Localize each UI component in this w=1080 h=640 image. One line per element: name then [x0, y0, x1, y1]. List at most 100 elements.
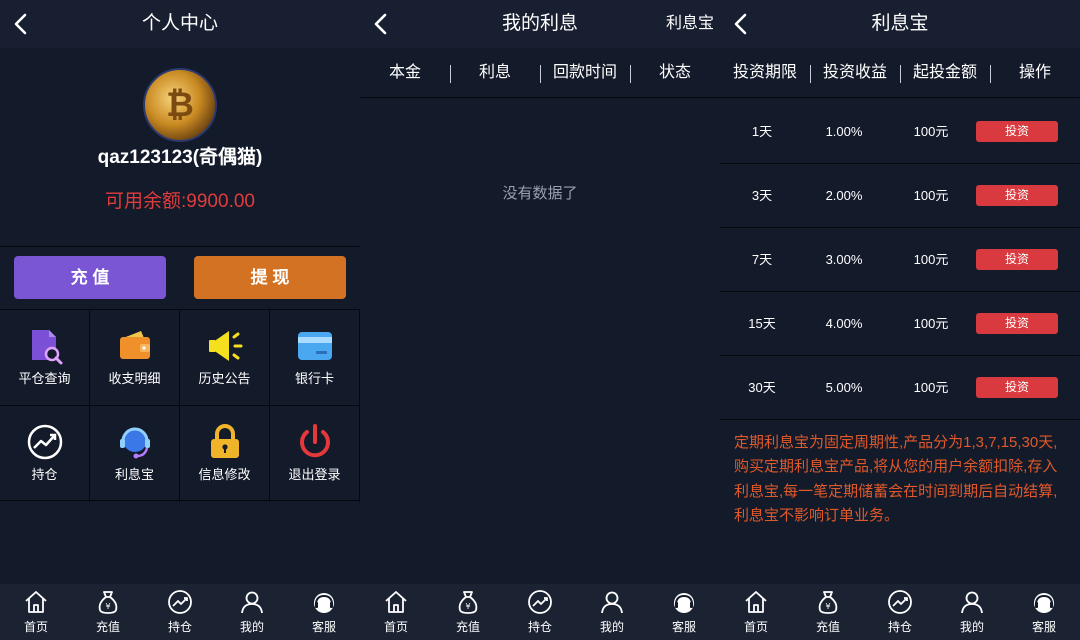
column-header: 操作	[1018, 64, 1051, 81]
column-header: 投资收益	[822, 64, 887, 81]
menu-item-bank-card[interactable]: 银行卡	[270, 310, 360, 406]
page-title: 个人中心	[141, 13, 218, 34]
document-search-icon	[32, 330, 63, 365]
money-bag-icon: ¥	[818, 591, 838, 614]
tab-home[interactable]: 首页	[0, 584, 72, 640]
menu-item-label: 信息修改	[198, 467, 251, 482]
menu-item-close-query[interactable]: 平仓查询	[0, 310, 90, 406]
menu-item-lixibao[interactable]: 利息宝	[90, 406, 180, 502]
tab-label: 我的	[599, 620, 624, 634]
term-cell: 15天	[748, 316, 776, 331]
tab-recharge[interactable]: ¥ 充值	[72, 584, 144, 640]
bank-card-icon	[298, 332, 332, 360]
tab-label: 充值	[815, 620, 840, 634]
tab-recharge[interactable]: ¥ 充值	[792, 584, 864, 640]
divider	[0, 246, 360, 247]
term-cell: 3天	[751, 188, 773, 203]
tab-label: 持仓	[887, 620, 912, 634]
invest-button[interactable]: 投资	[976, 377, 1058, 398]
menu-item-positions[interactable]: 持仓	[0, 406, 90, 502]
term-cell: 1天	[751, 124, 773, 139]
min-amount-cell: 100元	[913, 188, 949, 203]
balance-value: 9900.00	[186, 191, 255, 212]
table-row: 7天 3.00% 100元 投资	[720, 228, 1080, 292]
profile-screen: 个人中心 ₿ qaz123123(奇偶猫) 可用余额:9900.00 充 值 提…	[0, 0, 360, 640]
tab-label: 持仓	[527, 620, 552, 634]
home-icon	[745, 591, 767, 613]
tab-label: 持仓	[167, 620, 192, 634]
tab-mine[interactable]: 我的	[576, 584, 648, 640]
menu-item-label: 平仓查询	[18, 371, 71, 386]
menu-item-label: 收支明细	[108, 371, 161, 386]
tab-label: 充值	[95, 620, 120, 634]
trend-chart-icon	[888, 590, 912, 614]
user-icon	[601, 591, 623, 614]
interest-table-header: 本金 利息 回款时间 状态	[360, 48, 720, 98]
invest-button[interactable]: 投资	[976, 185, 1058, 206]
bottom-tab-bar: 首页 ¥ 充值 持仓 我的 客服	[0, 584, 360, 640]
invest-button[interactable]: 投资	[976, 121, 1058, 142]
lock-icon	[211, 424, 239, 458]
column-header: 起投金额	[912, 64, 977, 81]
tab-label: 我的	[959, 620, 984, 634]
term-cell: 7天	[751, 252, 773, 267]
lixibao-header: 利息宝	[720, 0, 1080, 48]
recharge-button[interactable]: 充 值	[14, 256, 166, 299]
term-cell: 30天	[748, 380, 776, 395]
bottom-tab-bar: 首页 ¥ 充值 持仓 我的 客服	[720, 584, 1080, 640]
tab-label: 客服	[671, 620, 696, 634]
menu-item-announcements[interactable]: 历史公告	[180, 310, 270, 406]
menu-item-edit-info[interactable]: 信息修改	[180, 406, 270, 502]
table-row: 1天 1.00% 100元 投资	[720, 100, 1080, 164]
wallet-icon	[120, 331, 150, 359]
tab-positions[interactable]: 持仓	[504, 584, 576, 640]
tab-positions[interactable]: 持仓	[144, 584, 216, 640]
empty-state: 没有数据了	[502, 185, 578, 202]
min-amount-cell: 100元	[913, 252, 949, 267]
bitcoin-icon: ₿	[166, 86, 194, 124]
trend-chart-icon	[528, 590, 552, 614]
lixibao-link[interactable]: 利息宝	[666, 12, 714, 36]
min-amount-cell: 100元	[913, 316, 949, 331]
column-header: 利息	[478, 64, 511, 81]
power-icon	[300, 424, 330, 458]
tab-mine[interactable]: 我的	[216, 584, 288, 640]
tab-customer-service[interactable]: 客服	[648, 584, 720, 640]
invest-button[interactable]: 投资	[976, 249, 1058, 270]
svg-text:¥: ¥	[825, 602, 830, 611]
user-icon	[241, 591, 263, 614]
trend-chart-icon	[27, 424, 63, 460]
customer-service-icon	[314, 593, 334, 613]
tab-positions[interactable]: 持仓	[864, 584, 936, 640]
tab-home[interactable]: 首页	[360, 584, 432, 640]
menu-item-logout[interactable]: 退出登录	[270, 406, 360, 502]
menu-item-transactions[interactable]: 收支明细	[90, 310, 180, 406]
menu-item-label: 退出登录	[288, 467, 341, 482]
min-amount-cell: 100元	[913, 380, 949, 395]
lixibao-screen: 利息宝 投资期限 投资收益 起投金额 操作 1天 1.00% 100元 投资 3…	[720, 0, 1080, 640]
balance-label: 可用余额:	[105, 191, 187, 212]
tab-home[interactable]: 首页	[720, 584, 792, 640]
menu-item-label: 持仓	[31, 467, 58, 482]
tab-label: 客服	[1031, 620, 1056, 634]
product-description: 定期利息宝为固定周期性,产品分为1,3,7,15,30天,购买定期利息宝产品,将…	[734, 434, 1058, 525]
megaphone-icon	[209, 331, 243, 361]
tab-customer-service[interactable]: 客服	[1008, 584, 1080, 640]
tab-label: 首页	[23, 620, 48, 634]
tab-mine[interactable]: 我的	[936, 584, 1008, 640]
tab-customer-service[interactable]: 客服	[288, 584, 360, 640]
page-title: 利息宝	[871, 13, 929, 34]
tab-label: 首页	[743, 620, 768, 634]
withdraw-button[interactable]: 提 现	[194, 256, 346, 299]
avatar: ₿	[143, 68, 217, 142]
profile-header: 个人中心	[0, 0, 360, 48]
invest-button[interactable]: 投资	[976, 313, 1058, 334]
tab-recharge[interactable]: ¥ 充值	[432, 584, 504, 640]
tab-label: 客服	[311, 620, 336, 634]
tab-label: 首页	[383, 620, 408, 634]
menu-item-label: 银行卡	[294, 371, 334, 386]
rate-cell: 3.00%	[825, 252, 863, 267]
column-header: 回款时间	[552, 64, 617, 81]
column-header: 本金	[388, 64, 421, 81]
menu-item-label: 历史公告	[198, 371, 251, 386]
